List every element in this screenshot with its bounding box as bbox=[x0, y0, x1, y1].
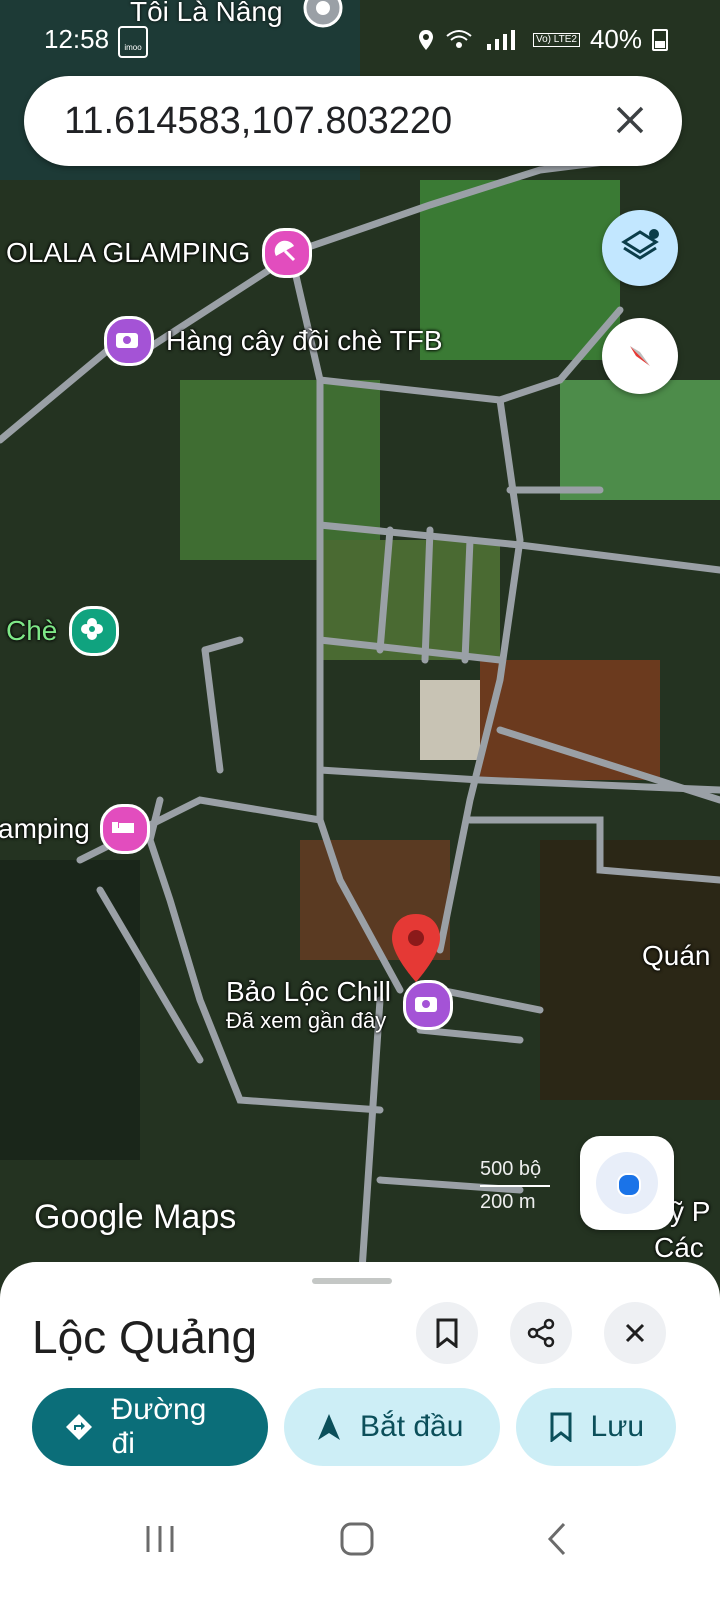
poi-hang-cay-doi-che[interactable]: Hàng cây đồi chè TFB bbox=[104, 316, 443, 366]
camera-icon bbox=[104, 316, 154, 366]
layers-icon bbox=[621, 229, 659, 260]
sheet-drag-handle[interactable] bbox=[312, 1278, 392, 1284]
umbrella-icon bbox=[262, 228, 313, 278]
place-title: Lộc Quảng bbox=[32, 1311, 258, 1363]
bed-icon bbox=[99, 804, 150, 854]
wifi-call-icon bbox=[446, 29, 472, 48]
share-icon bbox=[527, 1318, 555, 1348]
map-label-quan[interactable]: Quán bbox=[642, 940, 711, 972]
poi-label: OLALA GLAMPING bbox=[6, 237, 251, 268]
poi-label: Bảo Lộc Chill bbox=[226, 976, 391, 1007]
recent-apps-button[interactable] bbox=[140, 1522, 180, 1556]
home-button[interactable] bbox=[338, 1522, 378, 1556]
directions-label: Đường đi bbox=[111, 1393, 207, 1460]
start-navigation-button[interactable]: Bắt đầu bbox=[284, 1388, 500, 1466]
scale-line bbox=[480, 1185, 550, 1187]
bookmark-button[interactable] bbox=[416, 1302, 478, 1364]
map-label-edge[interactable]: Các bbox=[654, 1232, 704, 1264]
flower-icon bbox=[69, 606, 120, 656]
poi-bao-loc-chill[interactable]: Bảo Lộc Chill Đã xem gần đây bbox=[226, 976, 453, 1034]
navigation-arrow-icon bbox=[318, 1414, 340, 1440]
battery-icon bbox=[652, 28, 668, 51]
lte-indicator: Vo) LTE2 bbox=[533, 32, 580, 47]
my-location-button[interactable] bbox=[580, 1136, 674, 1230]
clear-search-button[interactable] bbox=[604, 94, 656, 146]
poi-label: amping bbox=[0, 813, 90, 844]
imoo-app-icon: imoo bbox=[118, 26, 148, 58]
start-label: Bắt đầu bbox=[360, 1410, 464, 1443]
scale-imperial: 500 bộ bbox=[480, 1158, 542, 1180]
directions-button[interactable]: Đường đi bbox=[32, 1388, 268, 1466]
share-button[interactable] bbox=[510, 1302, 572, 1364]
close-icon bbox=[625, 1323, 645, 1343]
poi-che[interactable]: Chè bbox=[6, 606, 120, 656]
system-navigation-bar bbox=[0, 1480, 720, 1600]
save-label: Lưu bbox=[590, 1410, 644, 1443]
poi-label: Hàng cây đồi chè TFB bbox=[166, 325, 443, 356]
location-status-icon bbox=[419, 29, 433, 50]
compass-button[interactable] bbox=[602, 318, 678, 394]
map-view[interactable]: Tôi Là Nâng OLALA GLAMPING Hàng cây đồi … bbox=[0, 0, 720, 1300]
directions-icon bbox=[66, 1414, 92, 1440]
layers-button[interactable] bbox=[602, 210, 678, 286]
battery-percent: 40% bbox=[589, 24, 642, 54]
search-query[interactable]: 11.614583,107.803220 bbox=[64, 100, 452, 143]
status-right: Vo) LTE2 40% bbox=[417, 24, 668, 55]
back-button[interactable] bbox=[540, 1522, 580, 1556]
close-icon bbox=[616, 106, 644, 134]
compass-icon bbox=[630, 346, 650, 366]
map-label-edge[interactable]: ỹ P bbox=[670, 1196, 710, 1228]
camera-icon bbox=[402, 980, 453, 1030]
poi-olala-glamping[interactable]: OLALA GLAMPING bbox=[6, 228, 313, 278]
poi-sublabel: Đã xem gần đây bbox=[226, 1008, 387, 1033]
search-bar[interactable]: 11.614583,107.803220 bbox=[24, 76, 682, 166]
save-button[interactable]: Lưu bbox=[516, 1388, 676, 1466]
poi-glamping[interactable]: amping bbox=[0, 804, 150, 854]
status-time: 12:58 bbox=[44, 24, 110, 54]
bookmark-icon bbox=[436, 1318, 458, 1348]
selected-location-marker[interactable] bbox=[388, 912, 444, 986]
close-sheet-button[interactable] bbox=[604, 1302, 666, 1364]
signal-icon bbox=[487, 29, 515, 50]
my-location-icon bbox=[617, 1173, 641, 1197]
poi-label: Chè bbox=[6, 615, 58, 646]
status-bar: 12:58 imoo Vo) LTE2 40% bbox=[0, 0, 720, 80]
google-maps-logo: Google Maps bbox=[34, 1198, 237, 1236]
scale-metric: 200 m bbox=[480, 1191, 536, 1213]
bookmark-icon bbox=[550, 1412, 572, 1442]
scale-bar: 500 bộ 200 m bbox=[480, 1158, 550, 1214]
action-chips: Đường đi Bắt đầu Lưu bbox=[32, 1388, 676, 1466]
